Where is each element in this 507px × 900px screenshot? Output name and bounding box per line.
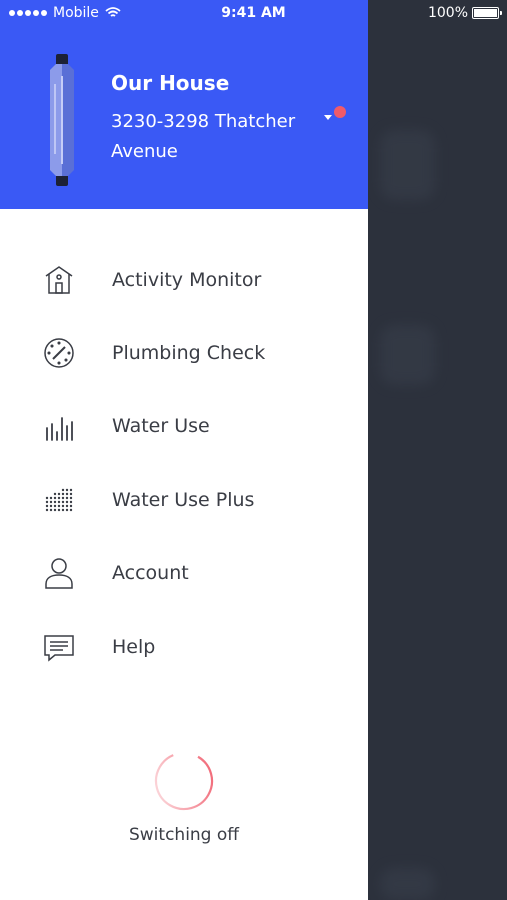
menu-label: Help [112,635,156,658]
switch-home-icon[interactable] [322,104,350,126]
status-bar: Mobile 9:41 AM 100% [0,0,507,28]
drawer-menu: Activity Monitor Plumbing Check Water Us… [0,243,368,683]
battery-group: 100% [427,5,502,21]
loading-spinner-icon [154,751,214,811]
person-icon [45,558,73,589]
battery-icon [472,7,502,19]
menu-label: Water Use [112,415,210,438]
house-icon [45,265,73,294]
water-device-image [50,54,74,186]
drawer-header: Our House 3230-3298 Thatcher Avenue [0,0,368,209]
menu-label: Activity Monitor [112,268,262,291]
chat-icon [44,634,74,662]
menu-label: Account [112,562,189,585]
menu-item-plumbing-check[interactable]: Plumbing Check [0,316,368,389]
menu-item-water-use-plus[interactable]: Water Use Plus [0,463,368,536]
gauge-icon [44,338,74,368]
bars-icon [46,417,73,442]
switching-status-text: Switching off [128,825,239,845]
battery-percent: 100% [427,5,468,21]
menu-label: Plumbing Check [112,342,266,365]
home-title: Our House [111,71,230,95]
dot-grid-icon [45,488,73,512]
menu-item-activity-monitor[interactable]: Activity Monitor [0,243,368,316]
menu-item-help[interactable]: Help [0,610,368,683]
home-address: 3230-3298 Thatcher Avenue [111,111,296,162]
menu-label: Water Use Plus [112,488,255,511]
side-drawer: Our House 3230-3298 Thatcher Avenue Acti… [0,0,368,900]
menu-item-water-use[interactable]: Water Use [0,390,368,463]
menu-item-account[interactable]: Account [0,537,368,610]
